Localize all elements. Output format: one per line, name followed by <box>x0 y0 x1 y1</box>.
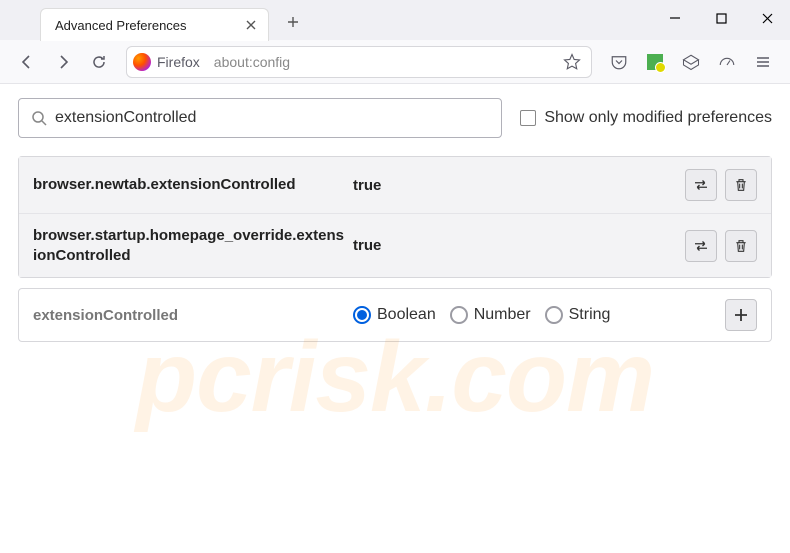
pocket-icon[interactable] <box>602 45 636 79</box>
radio-icon <box>545 306 563 324</box>
pref-list: browser.newtab.extensionControlled true … <box>18 156 772 278</box>
delete-button[interactable] <box>725 230 757 262</box>
radio-number[interactable]: Number <box>450 306 531 324</box>
address-bar[interactable]: Firefox about:config <box>126 46 592 78</box>
type-options: Boolean Number String <box>353 306 725 324</box>
content-area: extensionControlled Show only modified p… <box>0 84 790 356</box>
back-button[interactable] <box>10 45 44 79</box>
radio-boolean[interactable]: Boolean <box>353 306 436 324</box>
new-pref-name: extensionControlled <box>33 307 353 324</box>
tab-title: Advanced Preferences <box>55 18 187 33</box>
addr-url: about:config <box>214 54 290 70</box>
window-close-button[interactable] <box>744 0 790 36</box>
search-input[interactable]: extensionControlled <box>18 98 502 138</box>
show-modified-checkbox[interactable]: Show only modified preferences <box>520 109 772 127</box>
checkbox-icon <box>520 110 536 126</box>
addr-prefix: Firefox <box>157 54 200 70</box>
addr-firefox-chip: Firefox <box>133 53 208 71</box>
radio-icon <box>450 306 468 324</box>
delete-button[interactable] <box>725 169 757 201</box>
tab-active[interactable]: Advanced Preferences <box>40 8 269 41</box>
firefox-icon <box>133 53 151 71</box>
reload-button[interactable] <box>82 45 116 79</box>
maximize-button[interactable] <box>698 0 744 36</box>
forward-button[interactable] <box>46 45 80 79</box>
inbox-icon[interactable] <box>674 45 708 79</box>
hamburger-menu-icon[interactable] <box>746 45 780 79</box>
toggle-button[interactable] <box>685 169 717 201</box>
pref-value: true <box>353 237 685 254</box>
radio-label: Boolean <box>377 306 436 324</box>
search-row: extensionControlled Show only modified p… <box>18 98 772 138</box>
radio-string[interactable]: String <box>545 306 611 324</box>
extension-icon[interactable] <box>638 45 672 79</box>
pref-value: true <box>353 177 685 194</box>
close-icon[interactable] <box>242 16 260 34</box>
dashboard-icon[interactable] <box>710 45 744 79</box>
radio-label: Number <box>474 306 531 324</box>
add-button[interactable] <box>725 299 757 331</box>
new-pref-row: extensionControlled Boolean Number Strin… <box>18 288 772 342</box>
checkbox-label: Show only modified preferences <box>544 109 772 127</box>
window-controls <box>652 0 790 36</box>
navbar: Firefox about:config <box>0 40 790 84</box>
titlebar: Advanced Preferences <box>0 0 790 40</box>
search-text: extensionControlled <box>55 109 196 127</box>
new-tab-button[interactable] <box>279 8 307 36</box>
minimize-button[interactable] <box>652 0 698 36</box>
pref-name: browser.startup.homepage_override.extens… <box>33 226 353 265</box>
pref-name: browser.newtab.extensionControlled <box>33 175 353 195</box>
radio-label: String <box>569 306 611 324</box>
bookmark-star-icon[interactable] <box>559 53 585 71</box>
table-row: browser.newtab.extensionControlled true <box>19 157 771 213</box>
radio-icon <box>353 306 371 324</box>
toggle-button[interactable] <box>685 230 717 262</box>
table-row: browser.startup.homepage_override.extens… <box>19 213 771 277</box>
